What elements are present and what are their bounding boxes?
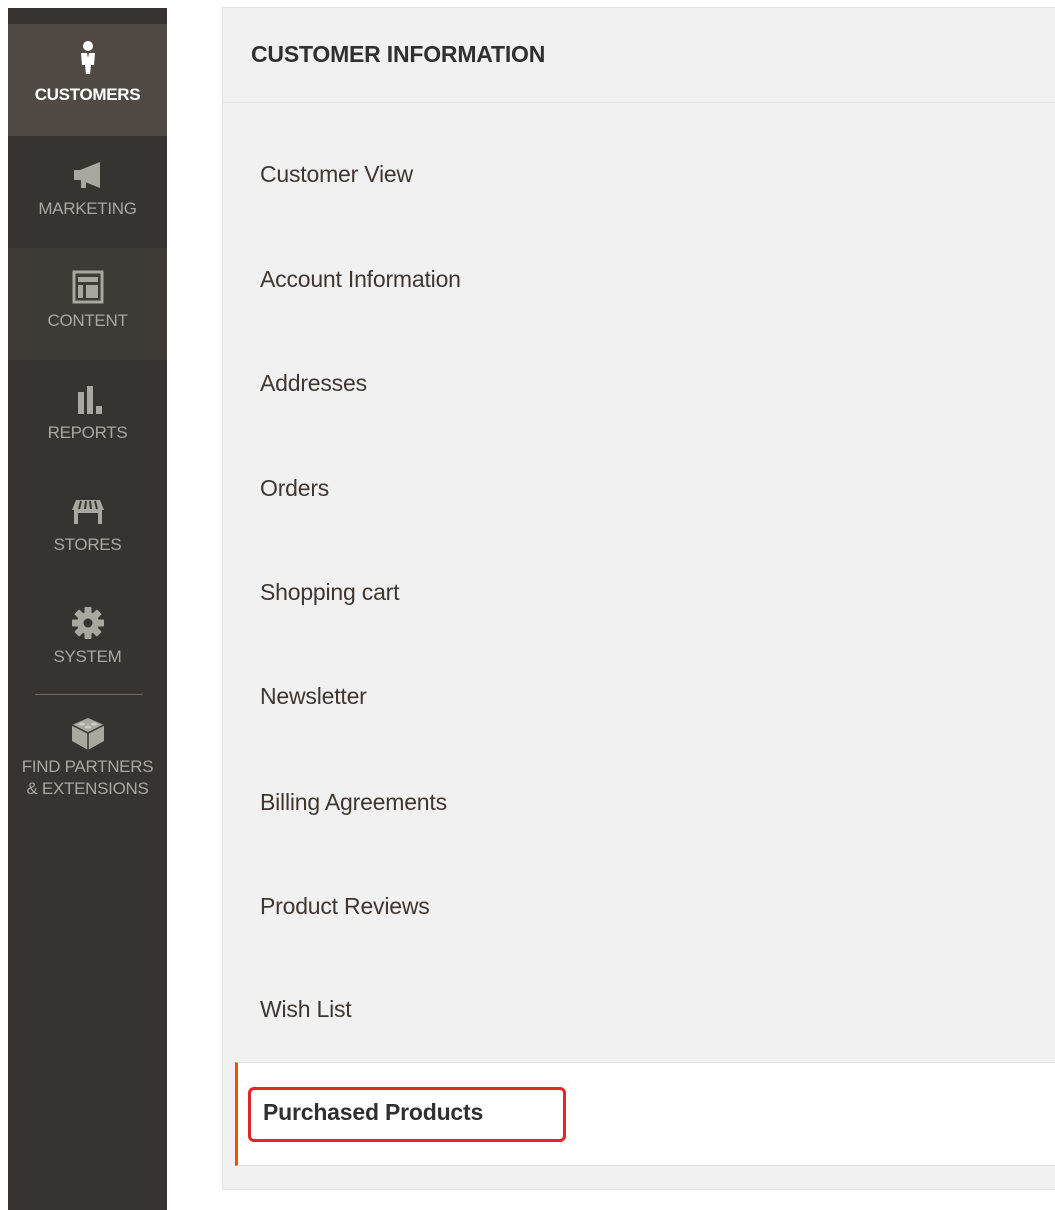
nav-label: REPORTS: [47, 423, 128, 442]
tab-orders[interactable]: Orders: [223, 439, 1055, 539]
nav-content[interactable]: CONTENT: [8, 248, 167, 360]
gear-icon: [68, 606, 108, 646]
lego-brick-icon: [68, 714, 108, 754]
admin-sidebar: CUSTOMERS MARKETING CONTENT REPORTS STOR…: [8, 8, 167, 1210]
tab-addresses[interactable]: Addresses: [223, 334, 1055, 434]
tab-label: Billing Agreements: [260, 789, 447, 815]
tab-label: Addresses: [260, 370, 367, 396]
nav-customers[interactable]: CUSTOMERS: [8, 24, 167, 136]
nav-label: CONTENT: [47, 311, 128, 330]
tab-label: Newsletter: [260, 683, 367, 709]
megaphone-icon: [68, 158, 108, 198]
nav-label: & EXTENSIONS: [26, 779, 149, 798]
tab-label: Wish List: [260, 996, 352, 1022]
tab-label: Orders: [260, 475, 330, 501]
layout-icon: [68, 270, 108, 310]
customer-information-panel: CUSTOMER INFORMATION Customer View Accou…: [222, 7, 1055, 1190]
nav-label: CUSTOMERS: [34, 85, 141, 104]
tab-label: Product Reviews: [260, 893, 430, 919]
panel-title: CUSTOMER INFORMATION: [251, 41, 546, 67]
tab-product-reviews[interactable]: Product Reviews: [223, 857, 1055, 957]
storefront-icon: [68, 494, 108, 534]
panel-header: CUSTOMER INFORMATION: [223, 8, 1055, 103]
nav-marketing[interactable]: MARKETING: [8, 136, 167, 248]
nav-label: FIND PARTNERS: [21, 757, 154, 776]
bar-chart-icon: [68, 382, 108, 422]
nav-label: STORES: [53, 535, 122, 554]
tab-label: Shopping cart: [260, 579, 400, 605]
tab-newsletter[interactable]: Newsletter: [223, 647, 1055, 747]
tab-account-information[interactable]: Account Information: [223, 230, 1055, 330]
nav-stores[interactable]: STORES: [8, 472, 167, 584]
nav-find-partners[interactable]: FIND PARTNERS & EXTENSIONS: [8, 704, 167, 824]
tab-purchased-products[interactable]: Purchased Products: [235, 1062, 1055, 1166]
nav-label: MARKETING: [38, 199, 137, 218]
nav-reports[interactable]: REPORTS: [8, 360, 167, 472]
tab-billing-agreements[interactable]: Billing Agreements: [223, 753, 1055, 853]
tab-label: Purchased Products: [263, 1099, 484, 1125]
tab-shopping-cart[interactable]: Shopping cart: [223, 543, 1055, 643]
tab-label: Customer View: [260, 161, 413, 187]
nav-divider: [35, 694, 143, 695]
nav-system[interactable]: SYSTEM: [8, 584, 167, 696]
tab-label: Account Information: [260, 266, 461, 292]
customer-icon: [68, 38, 108, 78]
nav-label: SYSTEM: [53, 647, 122, 666]
tab-wish-list[interactable]: Wish List: [223, 960, 1055, 1060]
tab-customer-view[interactable]: Customer View: [223, 125, 1055, 225]
